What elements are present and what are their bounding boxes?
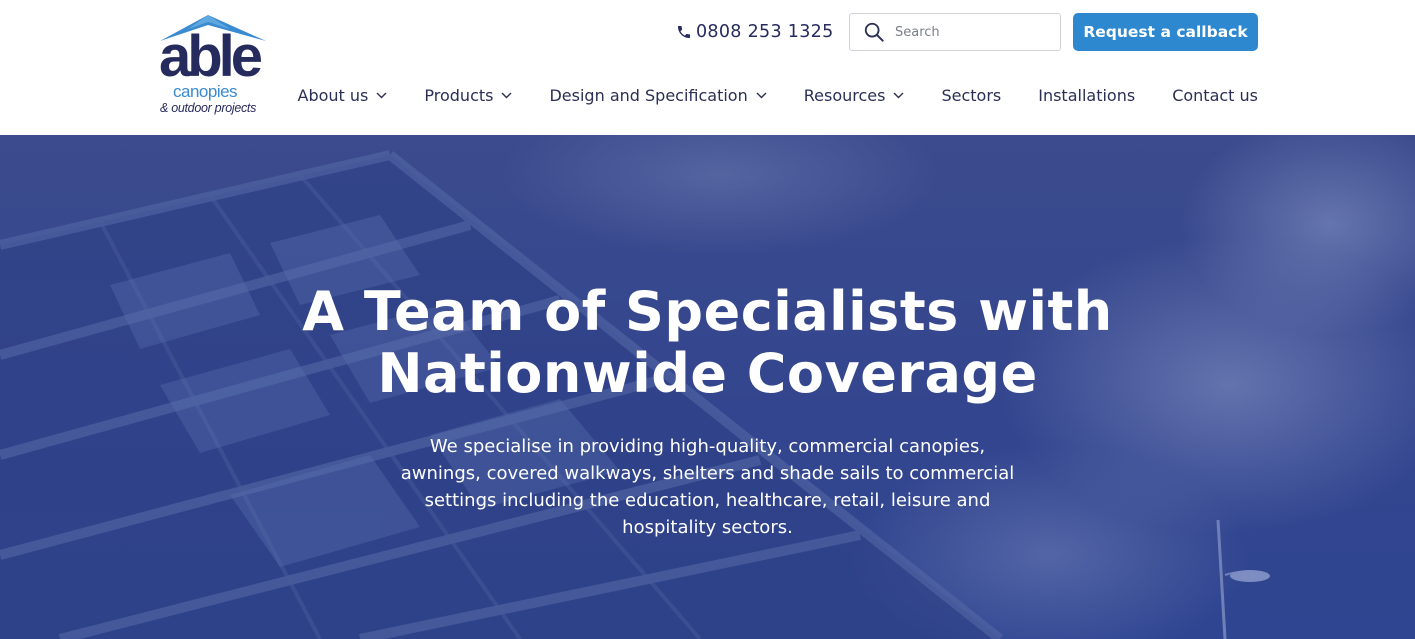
logo-wordmark: able xyxy=(159,24,263,89)
chevron-down-icon xyxy=(756,92,767,98)
chevron-down-icon xyxy=(893,92,904,98)
request-callback-button[interactable]: Request a callback xyxy=(1073,13,1258,51)
phone-icon xyxy=(678,26,690,38)
phone-number: 0808 253 1325 xyxy=(696,22,834,42)
nav-item-resources[interactable]: Resources xyxy=(804,86,905,105)
nav-item-products[interactable]: Products xyxy=(424,86,512,105)
site-logo[interactable]: able canopies & outdoor projects xyxy=(158,13,268,119)
search-input[interactable] xyxy=(895,24,1045,40)
hero-subtitle: We specialise in providing high-quality,… xyxy=(400,436,1015,538)
phone-link[interactable]: 0808 253 1325 xyxy=(676,18,834,46)
logo-tagline: & outdoor projects xyxy=(160,101,257,115)
nav-item-label: Installations xyxy=(1038,85,1136,105)
nav-item-about-us[interactable]: About us xyxy=(298,86,388,105)
logo-subtitle: canopies xyxy=(173,82,238,101)
chevron-down-icon xyxy=(501,92,512,98)
hero-title: A Team of Specialists with Nationwide Co… xyxy=(0,281,1415,405)
nav-item-installations[interactable]: Installations xyxy=(1038,86,1135,105)
hero-banner: A Team of Specialists with Nationwide Co… xyxy=(0,135,1415,639)
nav-item-label: Products xyxy=(424,85,494,105)
nav-item-label: Contact us xyxy=(1172,85,1258,105)
search-box[interactable] xyxy=(849,13,1061,51)
hero-title-line-2: Nationwide Coverage xyxy=(377,342,1038,405)
nav-item-design-and-specification[interactable]: Design and Specification xyxy=(549,85,767,105)
chevron-down-icon xyxy=(376,92,387,98)
hero-title-line-1: A Team of Specialists with xyxy=(302,280,1113,343)
main-nav: About us Products Design and Specificati… xyxy=(298,82,1258,108)
nav-item-label: Design and Specification xyxy=(549,85,748,105)
search-icon[interactable] xyxy=(863,21,885,43)
site-header: able canopies & outdoor projects 0808 25… xyxy=(0,0,1415,135)
nav-item-sectors[interactable]: Sectors xyxy=(941,86,1001,105)
nav-item-label: About us xyxy=(297,85,369,105)
nav-item-label: Sectors xyxy=(941,85,1002,105)
nav-item-label: Resources xyxy=(803,85,886,105)
nav-item-contact-us[interactable]: Contact us xyxy=(1172,86,1258,105)
